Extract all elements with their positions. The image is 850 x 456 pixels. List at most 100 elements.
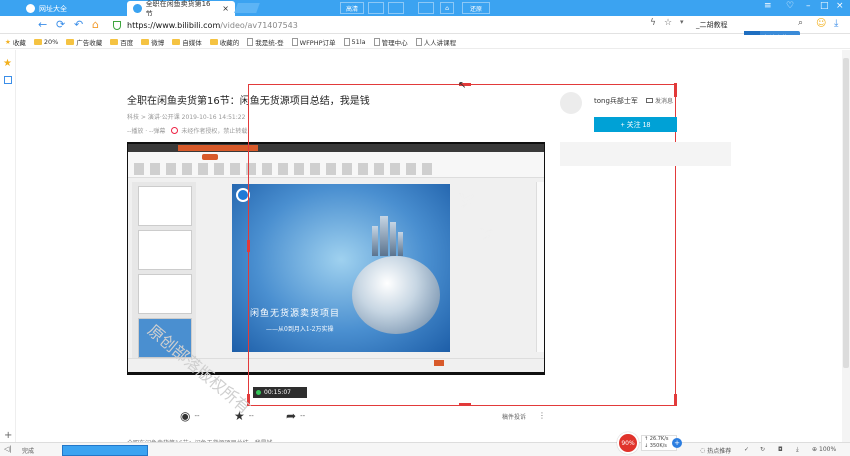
bookmark-item[interactable]: 20% <box>33 37 59 46</box>
window-split-button[interactable] <box>388 2 404 14</box>
url-field[interactable]: https://www.bilibili.com/video/av7140754… <box>113 18 695 32</box>
envelope-icon <box>646 98 653 103</box>
camera-icon[interactable]: ◘ <box>778 446 783 453</box>
share-button[interactable]: ➦ -- <box>286 409 305 423</box>
close-window-icon[interactable]: × <box>836 1 844 11</box>
lightning-icon[interactable]: ϟ <box>650 18 656 28</box>
tab-bilibili-video[interactable]: 全职在闲鱼卖货第16节 × <box>127 0 235 18</box>
smiley-icon[interactable]: ☺ <box>816 18 826 29</box>
taskbar-thumbnail[interactable] <box>62 445 148 456</box>
check-icon[interactable]: ✓ <box>744 446 749 453</box>
hot-recommend-link[interactable]: ◌ 热点推荐 <box>700 446 731 455</box>
page-icon <box>373 37 380 46</box>
chevron-down-icon[interactable]: ▾ <box>680 18 684 26</box>
tab-nav-sites[interactable]: 网址大全 <box>20 1 73 16</box>
bookmark-item[interactable]: 微博 <box>141 37 164 47</box>
bookmark-item[interactable]: 收藏的 <box>209 37 240 47</box>
search-icon[interactable]: ⌕ <box>798 18 803 28</box>
bookmark-label: 人人讲课程 <box>423 38 457 47</box>
home-icon[interactable]: ⌂ <box>440 2 454 14</box>
search-engine-label[interactable]: _二胡教程 <box>696 20 728 30</box>
share-arrow-icon: ➦ <box>286 409 297 423</box>
report-link[interactable]: 稿件投诉 <box>502 412 526 421</box>
share-count: -- <box>300 412 306 420</box>
undo-icon[interactable]: ↶ <box>74 18 83 31</box>
skin-icon[interactable]: ♡ <box>786 1 794 11</box>
coin-button[interactable]: ★ -- <box>234 409 254 423</box>
plus-icon[interactable]: + <box>672 438 682 448</box>
repost-notice: 未经作者授权，禁止转载 <box>181 128 248 135</box>
secure-shield-icon <box>113 20 121 30</box>
notes-icon[interactable] <box>4 76 12 84</box>
bookmark-label: 20% <box>43 37 59 46</box>
video-actions: ◉ -- ★ -- ➦ -- <box>180 409 545 425</box>
refresh-icon[interactable]: ⟳ <box>56 18 65 31</box>
bookmark-item[interactable]: 自媒体 <box>172 37 202 47</box>
tv-icon <box>133 4 142 13</box>
home-icon[interactable]: ⌂ <box>92 18 99 31</box>
bookmark-item[interactable]: 管理中心 <box>373 37 408 47</box>
window-tab-button[interactable] <box>418 2 434 14</box>
bookmark-item[interactable]: ★ 收藏 <box>5 37 26 47</box>
folder-icon <box>141 38 150 45</box>
author-avatar[interactable] <box>560 92 582 114</box>
history-back-icon[interactable]: ◁| <box>4 445 12 453</box>
bookmark-label: 51la <box>351 37 366 46</box>
slide-thumb <box>138 186 192 226</box>
download-rate-value: 350K/s <box>649 443 667 449</box>
download-small-icon[interactable]: ⤓ <box>796 446 799 454</box>
maximize-icon[interactable]: □ <box>820 1 829 11</box>
bookmark-label: 收藏的 <box>219 38 240 47</box>
zoom-level[interactable]: ⊕ 100% <box>812 446 836 453</box>
favorites-star-icon[interactable]: ★ <box>3 58 12 69</box>
recording-timer: 00:15:07 <box>253 387 307 398</box>
bookmark-label: 百度 <box>120 38 134 47</box>
minimize-icon[interactable]: – <box>806 1 811 11</box>
page-icon <box>415 37 422 46</box>
slide-title: 闲鱼无货源卖货项目 <box>250 309 341 319</box>
seagull-icon: 𓅯 <box>480 229 494 242</box>
favorite-star-icon[interactable]: ☆ <box>664 18 672 28</box>
video-frame-presentation: 闲鱼无货源卖货项目 ——从0到月入1-2万实操 𓅯 𓅯 <box>128 144 544 372</box>
bookmark-label: 广告收藏 <box>76 38 103 47</box>
add-icon[interactable]: + <box>4 430 12 441</box>
bookmark-label: WFPHP订单 <box>299 38 336 47</box>
like-button[interactable]: ◉ -- <box>180 409 200 423</box>
more-options-icon[interactable]: ⋮ <box>538 411 546 420</box>
refresh-small-icon[interactable]: ↻ <box>760 446 765 453</box>
back-icon[interactable]: ← <box>38 18 47 31</box>
globe-image <box>352 256 440 334</box>
bookmark-item[interactable]: 人人讲课程 <box>415 37 457 47</box>
close-tab-icon[interactable]: × <box>222 4 229 13</box>
like-count: -- <box>194 412 200 420</box>
download-icon[interactable]: ⤓ <box>834 18 838 29</box>
page-icon <box>247 37 254 46</box>
tower-shape <box>390 222 396 256</box>
bookmark-item[interactable]: 我是统-登 <box>247 37 284 47</box>
bookmark-item[interactable]: 百度 <box>110 37 133 47</box>
logo-icon <box>236 188 250 202</box>
bookmark-item[interactable]: WFPHP订单 <box>291 37 336 47</box>
menu-icon[interactable]: ≡ <box>764 1 772 11</box>
folder-icon <box>33 38 42 45</box>
send-message-label: 发消息 <box>655 98 674 105</box>
bookmark-item[interactable]: 51la <box>343 37 366 46</box>
hd-button[interactable]: 高清 <box>340 2 364 14</box>
follow-button[interactable]: + 关注 18 <box>594 117 677 132</box>
bookmark-item[interactable]: 广告收藏 <box>66 37 102 47</box>
network-usage-circle[interactable]: 90% <box>617 432 639 454</box>
restore-button[interactable]: 还原 <box>462 2 490 14</box>
globe-icon <box>26 4 35 13</box>
hot-recommend-label: 热点推荐 <box>707 448 732 455</box>
address-bar: ← ⟳ ↶ ⌂ https://www.bilibili.com/video/a… <box>0 16 850 34</box>
author-name[interactable]: tong兵部士军 <box>594 96 638 106</box>
window-tile-button[interactable] <box>368 2 384 14</box>
network-speed-widget[interactable]: 90% ↑ 26.7K/s ↓ 350K/s + <box>617 432 685 454</box>
send-message-link[interactable]: 发消息 <box>646 96 673 105</box>
ppt-doc-tab <box>178 145 258 151</box>
browser-title-bar: 网址大全 全职在闲鱼卖货第16节 × 高清 ⌂ 还原 ≡ ♡ – □ × <box>0 0 850 18</box>
ad-placeholder <box>560 142 731 166</box>
new-tab-button[interactable] <box>234 3 260 13</box>
scrollbar-thumb[interactable] <box>843 58 849 368</box>
sidebar-rail: ★ + <box>0 50 16 442</box>
